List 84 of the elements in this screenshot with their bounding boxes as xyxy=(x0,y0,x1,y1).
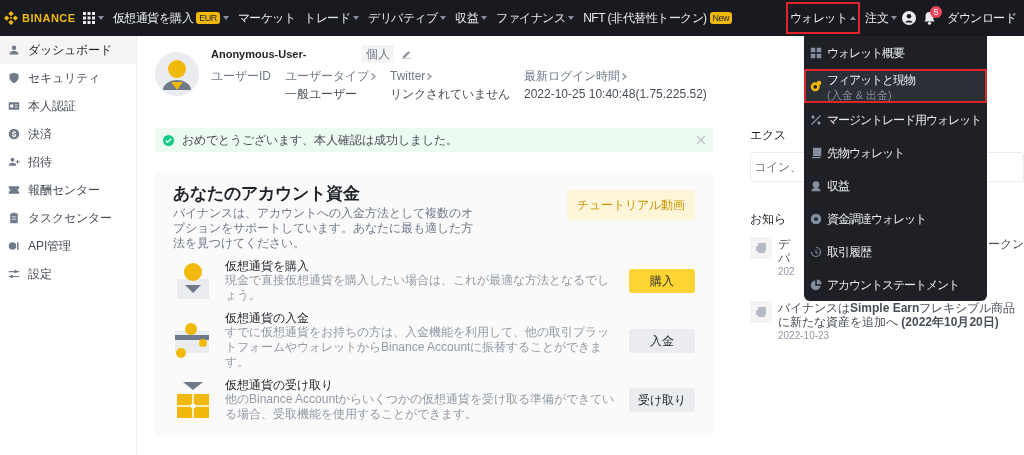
news-date: 202 xyxy=(778,264,795,279)
avatar xyxy=(155,52,199,96)
sidebar-item[interactable]: タスクセンター xyxy=(0,204,136,232)
menu-item[interactable]: ウォレット概要 xyxy=(804,36,987,69)
logo-icon[interactable] xyxy=(4,11,18,25)
nav-link[interactable]: 仮想通貨を購入 EUR xyxy=(108,2,233,34)
nav-link[interactable]: トレード xyxy=(300,2,364,34)
notification-badge: 5 xyxy=(930,6,942,18)
sidebar-item[interactable]: ダッシュボード xyxy=(0,36,136,64)
document-icon xyxy=(810,146,822,159)
sidebar-item[interactable]: 設定 xyxy=(0,260,136,288)
history-icon xyxy=(810,245,822,258)
menu-item[interactable]: マージントレード用ウォレット xyxy=(804,103,987,136)
sidebar-item[interactable]: 招待 xyxy=(0,148,136,176)
field-label[interactable]: ユーザータイプ xyxy=(285,67,376,85)
menu-item[interactable]: 先物ウォレット xyxy=(804,136,987,169)
news-title[interactable]: バイナンスはSimple Earnフレキシブル商品に新たな資産を追加へ (2022年10月20日) xyxy=(778,300,1024,329)
menu-item[interactable]: 収益 xyxy=(804,169,987,202)
nav-link[interactable]: ダウンロード xyxy=(943,2,1020,34)
sliders-icon xyxy=(8,268,20,280)
section-heading: お知ら xyxy=(750,212,786,227)
check-circle-icon xyxy=(163,134,174,146)
section-heading: エクス xyxy=(750,128,786,143)
id-card-icon xyxy=(8,100,20,112)
field-label: ユーザーID xyxy=(211,68,271,85)
field-label[interactable]: Twitter xyxy=(390,67,433,85)
nav-link[interactable]: マーケット xyxy=(233,2,300,34)
news-title-fragment[interactable]: パ xyxy=(778,250,790,265)
coins-icon xyxy=(810,80,822,92)
news-date: 2022-10-23 xyxy=(778,329,830,343)
method-button[interactable]: 購入 xyxy=(629,269,695,294)
grid-icon xyxy=(82,12,95,24)
api-icon xyxy=(8,240,20,252)
method-description: すでに仮想通貨をお持ちの方は、入金機能を利用して、他の取引プラットフォームやウォレットからBinance Accountに振替することができます。 xyxy=(225,325,610,371)
news-title-fragment[interactable]: デ xyxy=(778,236,790,251)
nav-link[interactable]: 収益 xyxy=(451,2,492,34)
field-value: リンクされていません xyxy=(390,86,510,103)
brand-name[interactable]: BINANCE xyxy=(22,9,76,27)
menu-item[interactable]: フィアットと現物 (入金 & 出金) xyxy=(804,69,987,103)
document-icon xyxy=(756,242,766,253)
percent-icon xyxy=(810,113,822,126)
news-title-fragment[interactable]: ークン xyxy=(988,236,1024,251)
document-icon xyxy=(756,306,766,317)
nav-link[interactable]: ウォレット xyxy=(785,2,860,34)
person-icon xyxy=(8,44,20,56)
dollar-icon xyxy=(8,128,20,140)
field-value: 一般ユーザー xyxy=(285,86,358,103)
card-title: あなたのアカウント資金 xyxy=(173,184,361,205)
nav-link[interactable]: NFT (非代替性トークン) New xyxy=(579,2,737,34)
menu-item[interactable]: 取引履歴 xyxy=(804,235,987,268)
sidebar-item[interactable]: 本人認証 xyxy=(0,92,136,120)
edit-icon[interactable] xyxy=(402,49,412,59)
shield-icon xyxy=(8,72,20,84)
account-type-tag: 個人 xyxy=(362,45,395,63)
sidebar-item[interactable]: 報酬センター xyxy=(0,176,136,204)
sidebar-item[interactable]: セキュリティ xyxy=(0,64,136,92)
sidebar-item[interactable]: API管理 xyxy=(0,232,136,260)
user-icon[interactable] xyxy=(902,11,916,25)
method-title: 仮想通貨の受け取り xyxy=(225,378,334,393)
method-title: 仮想通貨の入金 xyxy=(225,311,310,326)
add-user-icon xyxy=(8,156,20,168)
nav-link[interactable]: ファイナンス xyxy=(492,2,579,34)
grid-icon xyxy=(810,46,822,59)
menu-item[interactable]: 資金調達ウォレット xyxy=(804,202,987,235)
disc-icon xyxy=(810,212,822,225)
menu-item[interactable]: アカウントステートメント xyxy=(804,268,987,301)
method-button[interactable]: 受け取り xyxy=(629,388,695,413)
nav-link[interactable]: 注文 xyxy=(861,2,901,34)
method-description: 他のBinance Accountからいくつかの仮想通貨を受け取る準備ができている場合、受取機能を使用することができます。 xyxy=(225,392,616,423)
nav-link[interactable]: デリバティブ xyxy=(364,2,451,34)
pie-icon xyxy=(810,278,822,291)
user-name: Anonymous-User- xyxy=(211,46,307,62)
method-button[interactable]: 入金 xyxy=(629,328,695,353)
method-description: 現金で直接仮想通貨を購入したい場合は、これが最適な方法となるでしょう。 xyxy=(225,273,610,304)
card-description: バイナンスは、アカウントへの入金方法として複数のオプションをサポートしています。あなたに最も適した方法を見つけてください。 xyxy=(173,206,474,252)
nav-badge: New xyxy=(709,12,733,24)
field-label[interactable]: 最新ログイン時間 xyxy=(524,67,627,85)
ticket-icon xyxy=(8,184,20,196)
method-title: 仮想通貨を購入 xyxy=(225,259,310,274)
sidebar-item[interactable]: 決済 xyxy=(0,120,136,148)
clipboard-icon xyxy=(8,212,20,224)
nav-badge: EUR xyxy=(196,12,220,24)
field-value: 2022-10-25 10:40:48(1.75.225.52) xyxy=(524,86,707,103)
alert-message: おめでとうございます、本人確認は成功しました。 xyxy=(182,132,458,149)
